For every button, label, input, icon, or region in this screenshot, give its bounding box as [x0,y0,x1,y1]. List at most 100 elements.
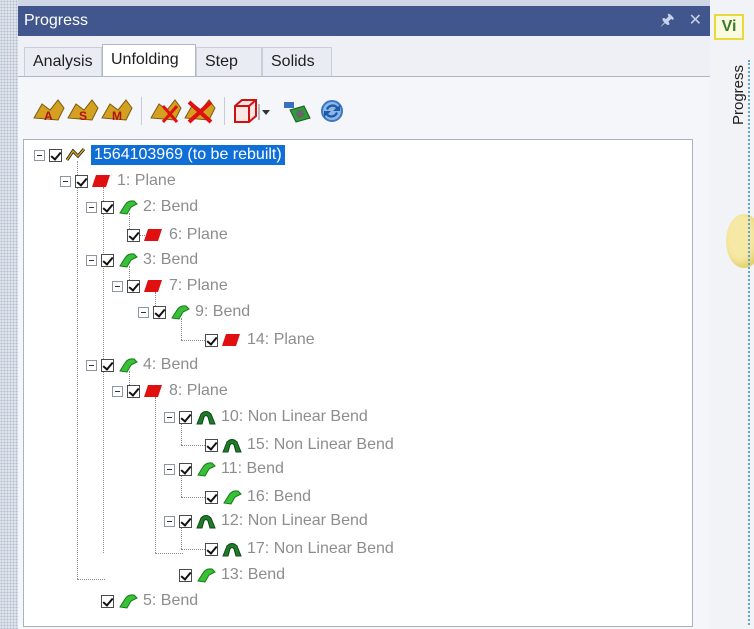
toolbar: A S M [32,91,346,131]
node-checkbox[interactable] [127,228,140,242]
close-icon[interactable]: ✕ [689,6,702,36]
recompute-gear-icon[interactable] [282,96,312,126]
node-label[interactable]: 10: Non Linear Bend [221,407,368,427]
tree-node[interactable]: 2: Bend [86,196,198,218]
node-label[interactable]: 15: Non Linear Bend [247,435,394,455]
tree-node[interactable]: 17: Non Linear Bend [205,538,394,560]
node-label[interactable]: 14: Plane [247,330,315,350]
bend-icon [118,593,138,609]
collapse-toggle[interactable] [138,306,149,318]
red-cube-icon[interactable] [232,96,258,126]
collapse-toggle[interactable] [86,201,97,213]
tree-node[interactable]: 11: Bend [164,458,284,480]
collapse-toggle[interactable] [164,515,175,527]
vi-badge[interactable]: Vi [714,14,744,40]
node-checkbox[interactable] [75,174,88,188]
toolbar-separator [224,97,225,125]
node-checkbox[interactable] [179,514,192,528]
unfold-m-icon[interactable]: M [100,96,134,126]
tree-node[interactable]: 7: Plane [112,275,228,297]
collapse-toggle[interactable] [86,254,97,266]
node-label[interactable]: 4: Bend [143,355,198,375]
node-checkbox[interactable] [205,333,218,347]
node-label[interactable]: 13: Bend [221,565,285,585]
toolbar-separator [141,97,142,125]
unfolding-tree: 1564103969 (to be rebuilt) 1: Plane 2: B… [23,139,693,627]
node-label[interactable]: 2: Bend [143,197,198,217]
node-label[interactable]: 16: Bend [247,487,311,507]
unfold-s-icon[interactable]: S [66,96,100,126]
tab-analysis[interactable]: Analysis [24,47,102,76]
plane-icon [144,278,164,294]
tree-node[interactable]: 16: Bend [205,486,311,508]
collapse-toggle[interactable] [34,149,45,161]
collapse-toggle[interactable] [60,175,71,187]
unfold-a-icon[interactable]: A [32,96,66,126]
tree-node[interactable]: 10: Non Linear Bend [164,406,368,428]
node-label[interactable]: 1564103969 (to be rebuilt) [91,145,285,165]
node-checkbox[interactable] [205,490,218,504]
node-checkbox[interactable] [101,594,114,608]
node-checkbox[interactable] [179,568,192,582]
node-checkbox[interactable] [179,410,192,424]
node-label[interactable]: 12: Non Linear Bend [221,511,368,531]
node-label[interactable]: 1: Plane [117,171,176,191]
nonlinear-bend-icon [222,541,242,557]
node-checkbox[interactable] [127,384,140,398]
node-label[interactable]: 11: Bend [221,459,284,479]
bend-icon [170,304,190,320]
node-checkbox[interactable] [127,279,140,293]
node-checkbox[interactable] [153,305,166,319]
tag-remove-icon[interactable] [149,96,183,126]
tree-node[interactable]: 1: Plane [60,170,176,192]
bend-icon [118,199,138,215]
tree-node[interactable]: 13: Bend [179,564,285,586]
tree-node[interactable]: 4: Bend [86,354,198,376]
tree-node[interactable]: 14: Plane [205,329,315,351]
nonlinear-bend-icon [222,437,242,453]
node-label[interactable]: 8: Plane [169,381,228,401]
tree-node[interactable]: 8: Plane [112,380,228,402]
node-label[interactable]: 9: Bend [195,302,250,322]
delete-x-icon[interactable] [183,96,217,126]
dock-edge [748,60,750,625]
node-label[interactable]: 7: Plane [169,276,228,296]
tab-label: Unfolding [111,51,179,68]
node-label[interactable]: 6: Plane [169,225,228,245]
tree-node-root[interactable]: 1564103969 (to be rebuilt) [34,144,285,166]
tree-node[interactable]: 6: Plane [127,224,228,246]
node-label[interactable]: 3: Bend [143,250,198,270]
tree-connector [77,579,105,580]
collapse-toggle[interactable] [112,385,123,397]
bend-icon [118,252,138,268]
pin-icon[interactable]: 🖈︎ [660,6,675,36]
progress-panel: Progress 🖈︎ ✕ Analysis Unfolding Step So… [18,6,710,629]
node-checkbox[interactable] [205,542,218,556]
tree-node[interactable]: 3: Bend [86,249,198,271]
collapse-toggle[interactable] [86,359,97,371]
node-checkbox[interactable] [101,253,114,267]
node-label[interactable]: 5: Bend [143,591,198,611]
tree-node[interactable]: 5: Bend [101,590,198,612]
node-checkbox[interactable] [179,462,192,476]
tree-node[interactable]: 15: Non Linear Bend [205,434,394,456]
side-tab-progress[interactable]: Progress [730,65,747,125]
node-checkbox[interactable] [101,358,114,372]
tree-node[interactable]: 9: Bend [138,301,250,323]
node-checkbox[interactable] [49,148,62,162]
collapse-toggle[interactable] [112,280,123,292]
collapse-toggle[interactable] [164,463,175,475]
node-checkbox[interactable] [205,438,218,452]
dropdown-arrow-icon[interactable] [258,96,272,126]
refresh-icon[interactable] [318,96,346,126]
tab-unfolding[interactable]: Unfolding [102,44,196,76]
node-label[interactable]: 17: Non Linear Bend [247,539,394,559]
collapse-toggle[interactable] [164,411,175,423]
panel-title-bar[interactable]: Progress 🖈︎ ✕ [18,6,710,36]
tab-solids[interactable]: Solids [262,47,332,76]
tree-connector [155,553,183,554]
tab-content: A S M 1564103969 (to be rebuilt) 1: Plan… [18,76,710,629]
tab-step[interactable]: Step [196,47,262,76]
tree-node[interactable]: 12: Non Linear Bend [164,510,368,532]
node-checkbox[interactable] [101,200,114,214]
